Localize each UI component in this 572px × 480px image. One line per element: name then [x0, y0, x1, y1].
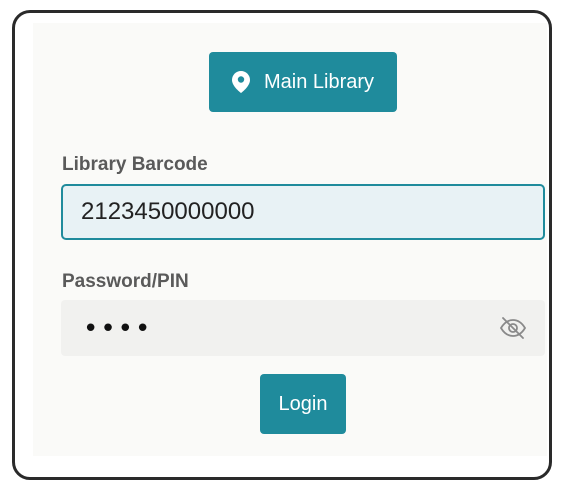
pin-label: Password/PIN [62, 271, 189, 292]
eye-slash-icon[interactable] [499, 316, 527, 340]
barcode-label: Library Barcode [62, 154, 208, 175]
library-location-button[interactable]: Main Library [209, 52, 397, 112]
login-button[interactable]: Login [260, 374, 346, 434]
map-pin-icon [231, 71, 250, 93]
barcode-input[interactable] [61, 184, 545, 240]
login-card: Main Library Library Barcode Password/PI… [33, 23, 547, 456]
device-frame: Main Library Library Barcode Password/PI… [12, 10, 552, 480]
pin-masked-value: •••• [83, 314, 153, 344]
library-location-label: Main Library [263, 70, 375, 93]
pin-input[interactable]: •••• [61, 300, 545, 356]
